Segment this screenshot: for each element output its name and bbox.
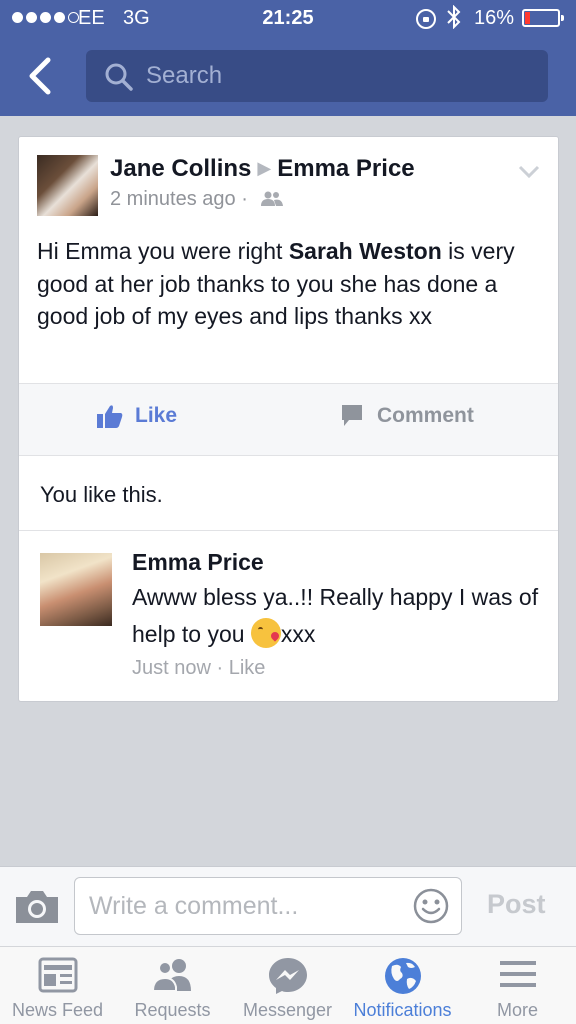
search-input[interactable]: Search [86,50,548,102]
search-icon [104,62,134,97]
status-bar: EE 3G 21:25 16% [0,0,576,38]
post-body: Hi Emma you were right Sarah Weston is v… [37,235,542,333]
tab-messenger[interactable]: Messenger [230,947,345,1024]
commenter-avatar[interactable] [40,553,112,626]
tab-bar: News Feed Requests Messenger Notificatio… [0,946,576,1024]
like-label: Like [135,404,178,427]
post-meta: 2 minutes ago · [110,188,284,213]
like-button[interactable]: Like [97,404,177,428]
comment-meta-separator: · [216,657,224,679]
meta-separator: · [241,188,248,210]
comment-composer: Write a comment... Post [0,866,576,946]
tab-requests[interactable]: Requests [115,947,230,1024]
tab-label: More [496,1000,538,1020]
kissing-face-emoji-icon [250,618,281,648]
smiley-icon [413,888,449,924]
emoji-button[interactable] [413,888,449,929]
search-placeholder: Search [146,62,223,89]
action-bar: Like Comment [19,383,558,456]
menu-icon [499,961,536,987]
globe-icon [384,958,421,994]
header: EE 3G 21:25 16% Search [0,0,576,116]
tab-label: Requests [134,1000,211,1020]
chevron-left-icon [29,57,51,95]
comment-text: Awww bless ya..!! Really happy I was of … [132,584,539,647]
tagged-person[interactable]: Sarah Weston [289,238,442,264]
comment-text-end: xxx [280,621,316,647]
author-name[interactable]: Jane Collins [110,155,251,182]
tab-label: Notifications [353,1000,452,1020]
comment-icon [342,405,362,426]
comment-label: Comment [377,404,474,427]
comment-meta: Just now · Like [132,657,265,680]
comment-like-link[interactable]: Like [229,657,266,679]
tab-notifications[interactable]: Notifications [345,947,460,1024]
battery-icon [522,9,564,27]
chevron-down-icon[interactable] [518,165,540,184]
news-feed-icon [38,957,77,993]
tab-more[interactable]: More [460,947,575,1024]
bluetooth-icon [447,4,461,35]
author-avatar[interactable] [37,155,98,216]
comment-input[interactable]: Write a comment... [74,877,462,935]
post-timestamp[interactable]: 2 minutes ago [110,188,236,210]
post-button[interactable]: Post [487,889,546,920]
camera-icon [16,891,58,923]
likes-summary[interactable]: You like this. [40,482,163,508]
recipient-name[interactable]: Emma Price [277,155,414,182]
back-button[interactable] [26,56,58,96]
commenter-name[interactable]: Emma Price [132,549,264,576]
friends-icon [261,190,284,213]
friend-requests-icon [151,959,191,992]
tab-news-feed[interactable]: News Feed [0,947,115,1024]
post-header: Jane Collins ▶ Emma Price [110,155,415,183]
battery-percentage: 16% [474,7,515,29]
tab-label: News Feed [11,1000,104,1020]
thumbs-up-icon [97,405,123,428]
triangle-right-icon: ▶ [257,158,272,178]
tab-label: Messenger [242,1000,333,1020]
comment-button[interactable]: Comment [341,404,474,428]
messenger-icon [268,958,307,994]
post-text-start: Hi Emma you were right [37,238,289,264]
camera-button[interactable] [14,889,60,930]
comment-placeholder: Write a comment... [89,892,299,920]
comment-body: Awww bless ya..!! Really happy I was of … [132,579,542,653]
comment-timestamp: Just now [132,657,211,679]
orientation-lock-icon [416,9,436,29]
divider [19,530,558,531]
post-card: Jane Collins ▶ Emma Price 2 minutes ago · … [18,136,559,702]
